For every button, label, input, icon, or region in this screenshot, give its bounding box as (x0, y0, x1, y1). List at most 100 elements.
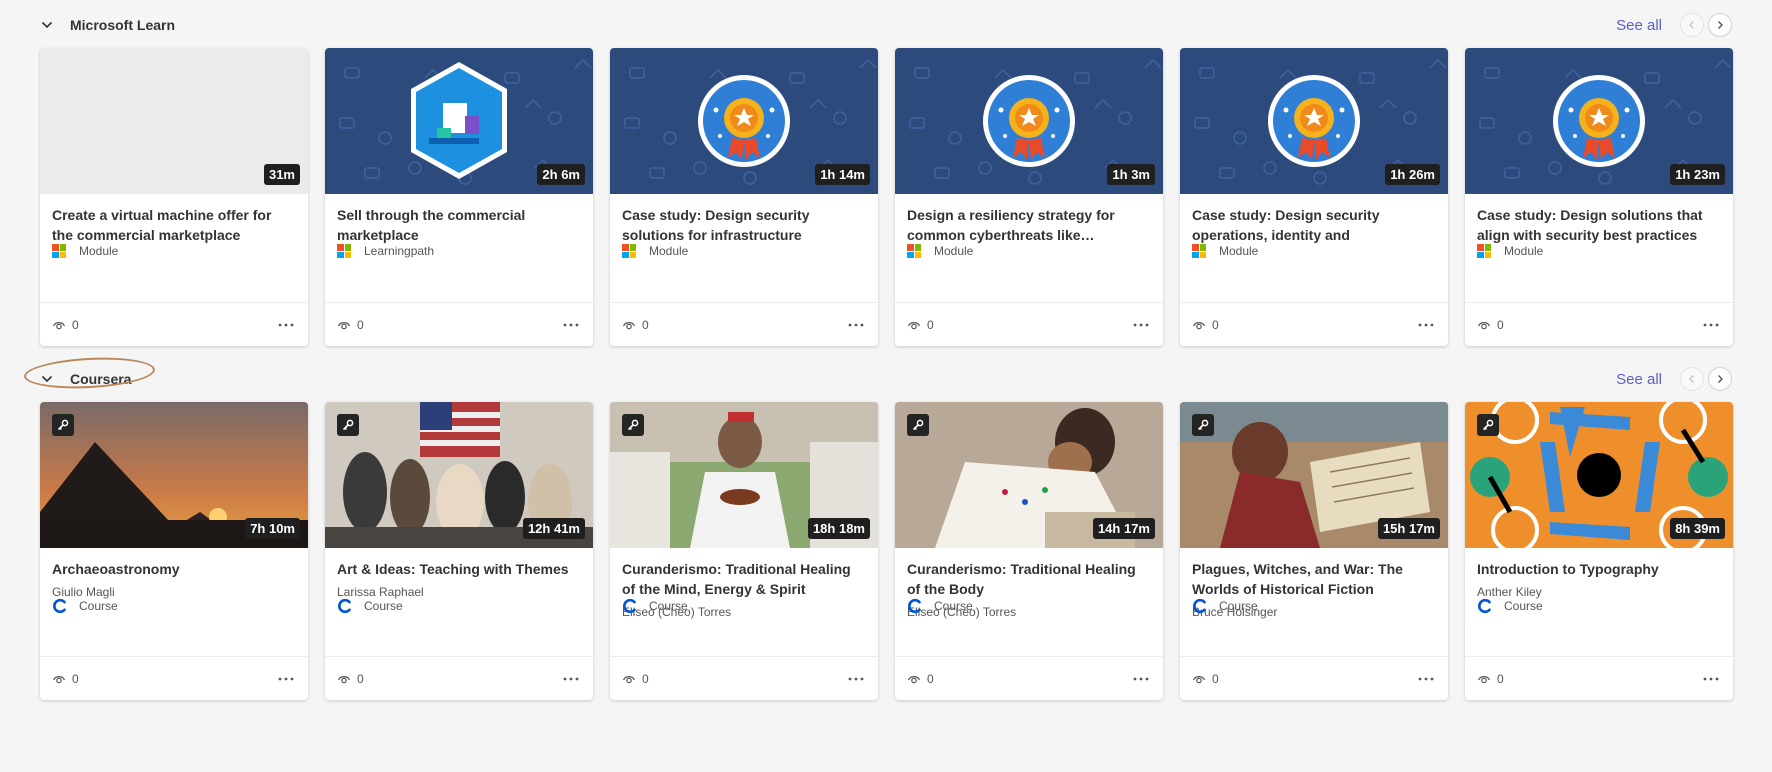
card-thumbnail[interactable]: 12h 41m (325, 402, 593, 548)
card-type-label: Module (649, 244, 689, 258)
duration-badge: 14h 17m (1092, 518, 1155, 539)
more-options-button[interactable] (1701, 315, 1721, 335)
course-card[interactable]: 7h 10m Archaeoastronomy Giulio Magli Cou… (40, 402, 308, 700)
collapse-toggle[interactable]: Coursera (23, 354, 156, 392)
duration-badge: 18h 18m (807, 518, 870, 539)
card-title[interactable]: Plagues, Witches, and War: The Worlds of… (1192, 559, 1436, 599)
more-options-button[interactable] (276, 315, 296, 335)
card-thumbnail[interactable]: 1h 26m (1180, 48, 1448, 194)
card-title[interactable]: Curanderismo: Traditional Healing of the… (907, 559, 1151, 599)
card-thumbnail[interactable]: 31m (40, 48, 308, 194)
card-footer: 0 (1180, 656, 1448, 700)
chevron-down-icon (41, 375, 53, 383)
collapse-toggle[interactable]: Microsoft Learn (40, 17, 175, 33)
card-title[interactable]: Art & Ideas: Teaching with Themes (337, 559, 581, 579)
card-thumbnail[interactable]: 14h 17m (895, 402, 1163, 548)
card-thumbnail[interactable]: 18h 18m (610, 402, 878, 548)
more-options-icon (563, 677, 579, 680)
course-card[interactable]: 15h 17m Plagues, Witches, and War: The W… (1180, 402, 1448, 700)
section-title: Microsoft Learn (70, 17, 176, 33)
card-title[interactable]: Introduction to Typography (1477, 559, 1721, 579)
more-options-button[interactable] (561, 315, 581, 335)
microsoft-logo-icon (52, 244, 66, 258)
card-type: Learningpath (337, 244, 434, 258)
duration-badge: 1h 3m (1107, 164, 1155, 185)
course-card[interactable]: 2h 6m Sell through the commercial market… (325, 48, 593, 346)
card-thumbnail[interactable]: 7h 10m (40, 402, 308, 548)
card-title[interactable]: Archaeoastronomy (52, 559, 296, 579)
view-count: 0 (642, 317, 649, 332)
next-button[interactable] (1708, 367, 1732, 391)
prev-button[interactable] (1680, 367, 1704, 391)
more-options-button[interactable] (1416, 315, 1436, 335)
view-count: 0 (357, 671, 364, 686)
chevron-left-icon (1689, 21, 1694, 29)
card-type: Course (52, 598, 118, 614)
more-options-button[interactable] (1131, 669, 1151, 689)
duration-badge: 1h 23m (1670, 164, 1725, 185)
card-title[interactable]: Curanderismo: Traditional Healing of the… (622, 559, 866, 599)
microsoft-logo-icon (622, 244, 636, 258)
card-title[interactable]: Design a resiliency strategy for common … (907, 205, 1151, 245)
more-options-button[interactable] (1701, 669, 1721, 689)
key-badge (337, 414, 359, 436)
course-card[interactable]: 18h 18m Curanderismo: Traditional Healin… (610, 402, 878, 700)
more-options-icon (563, 323, 579, 326)
eye-icon (1477, 675, 1491, 683)
prev-button[interactable] (1680, 13, 1704, 37)
more-options-button[interactable] (846, 669, 866, 689)
card-footer: 0 (610, 302, 878, 346)
card-thumbnail[interactable]: 15h 17m (1180, 402, 1448, 548)
course-card[interactable]: 1h 14m Case study: Design security solut… (610, 48, 878, 346)
course-card[interactable]: 1h 26m Case study: Design security opera… (1180, 48, 1448, 346)
coursera-logo-icon (1193, 598, 1206, 614)
coursera-logo-icon (623, 598, 636, 614)
course-card[interactable]: 8h 39m Introduction to Typography Anther… (1465, 402, 1733, 700)
more-options-icon (1703, 677, 1719, 680)
card-title[interactable]: Case study: Design solutions that align … (1477, 205, 1721, 245)
card-thumbnail[interactable]: 2h 6m (325, 48, 593, 194)
card-thumbnail[interactable]: 1h 3m (895, 48, 1163, 194)
course-card[interactable]: 31m Create a virtual machine offer for t… (40, 48, 308, 346)
section-header: Microsoft Learn See all (40, 10, 1732, 40)
card-type-label: Module (1504, 244, 1544, 258)
more-options-button[interactable] (1416, 669, 1436, 689)
more-options-button[interactable] (846, 315, 866, 335)
card-author: Giulio Magli (52, 585, 115, 599)
view-count: 0 (642, 671, 649, 686)
section-header: Coursera See all (23, 354, 1732, 394)
card-footer: 0 (40, 656, 308, 700)
see-all-link[interactable]: See all (1616, 17, 1662, 34)
card-footer: 0 (1465, 656, 1733, 700)
card-thumbnail[interactable]: 1h 14m (610, 48, 878, 194)
next-button[interactable] (1708, 13, 1732, 37)
card-footer: 0 (325, 656, 593, 700)
eye-icon (1192, 675, 1206, 683)
eye-icon (337, 675, 351, 683)
key-icon (1482, 419, 1494, 431)
card-title[interactable]: Create a virtual machine offer for the c… (52, 205, 296, 245)
coursera-logo-icon (338, 598, 351, 614)
eye-icon (1192, 321, 1206, 329)
course-card[interactable]: 1h 3m Design a resiliency strategy for c… (895, 48, 1163, 346)
more-options-button[interactable] (276, 669, 296, 689)
eye-icon (337, 321, 351, 329)
card-thumbnail[interactable]: 8h 39m (1465, 402, 1733, 548)
card-title[interactable]: Case study: Design security operations, … (1192, 205, 1436, 245)
course-card[interactable]: 1h 23m Case study: Design solutions that… (1465, 48, 1733, 346)
more-options-button[interactable] (1131, 315, 1151, 335)
key-badge (1192, 414, 1214, 436)
more-options-icon (1418, 323, 1434, 326)
card-thumbnail[interactable]: 1h 23m (1465, 48, 1733, 194)
header-actions: See all (1616, 367, 1732, 391)
card-title[interactable]: Sell through the commercial marketplace (337, 205, 581, 245)
card-type: Course (907, 598, 973, 614)
view-count: 0 (927, 317, 934, 332)
chevron-right-icon (1718, 375, 1723, 383)
more-options-button[interactable] (561, 669, 581, 689)
see-all-link[interactable]: See all (1616, 371, 1662, 388)
card-type: Module (52, 244, 118, 258)
card-title[interactable]: Case study: Design security solutions fo… (622, 205, 866, 245)
course-card[interactable]: 12h 41m Art & Ideas: Teaching with Theme… (325, 402, 593, 700)
course-card[interactable]: 14h 17m Curanderismo: Traditional Healin… (895, 402, 1163, 700)
